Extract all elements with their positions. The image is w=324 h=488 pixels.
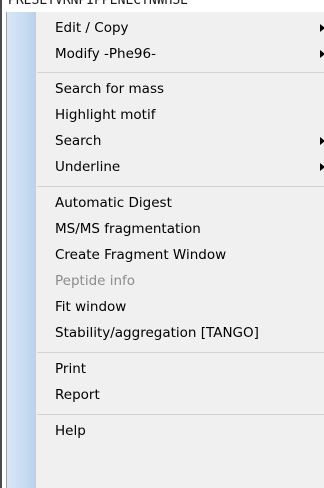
menu-item-msms-fragmentation[interactable]: MS/MS fragmentation bbox=[35, 216, 324, 242]
menu-item-search-for-mass[interactable]: Search for mass bbox=[35, 76, 324, 102]
context-menu: Edit / Copy Modify -Phe96- Search for ma… bbox=[6, 12, 324, 488]
menu-item-help[interactable]: Help bbox=[35, 418, 324, 444]
menu-item-report[interactable]: Report bbox=[35, 382, 324, 408]
menu-separator bbox=[37, 72, 324, 73]
submenu-arrow-icon bbox=[320, 163, 324, 171]
menu-item-label: Print bbox=[55, 361, 87, 377]
menu-item-label: Peptide info bbox=[55, 273, 136, 289]
menu-item-label: Fit window bbox=[55, 299, 127, 315]
menu-item-label: Search bbox=[55, 133, 102, 149]
menu-item-label: Help bbox=[55, 423, 86, 439]
menu-item-search[interactable]: Search bbox=[35, 128, 324, 154]
menu-item-label: MS/MS fragmentation bbox=[55, 221, 201, 237]
menu-item-underline[interactable]: Underline bbox=[35, 154, 324, 180]
menu-separator bbox=[37, 352, 324, 353]
menu-item-label: Underline bbox=[55, 159, 121, 175]
menu-item-edit-copy[interactable]: Edit / Copy bbox=[35, 15, 324, 41]
menu-item-label: Report bbox=[55, 387, 100, 403]
menu-item-label: Search for mass bbox=[55, 81, 165, 97]
menu-item-peptide-info: Peptide info bbox=[35, 268, 324, 294]
menu-item-fit-window[interactable]: Fit window bbox=[35, 294, 324, 320]
menu-item-modify[interactable]: Modify -Phe96- bbox=[35, 41, 324, 67]
menu-item-label: Stability/aggregation [TANGO] bbox=[55, 325, 259, 341]
window-edge bbox=[0, 0, 2, 488]
menu-item-label: Create Fragment Window bbox=[55, 247, 227, 263]
submenu-arrow-icon bbox=[320, 24, 324, 32]
menu-item-automatic-digest[interactable]: Automatic Digest bbox=[35, 190, 324, 216]
submenu-arrow-icon bbox=[320, 137, 324, 145]
menu-item-highlight-motif[interactable]: Highlight motif bbox=[35, 102, 324, 128]
background-sequence-text: PRESLYVRNPIPPENLCTNWHSE bbox=[8, 0, 189, 8]
submenu-arrow-icon bbox=[320, 50, 324, 58]
menu-item-print[interactable]: Print bbox=[35, 356, 324, 382]
menu-icon-gutter bbox=[7, 12, 36, 488]
menu-item-create-fragment-window[interactable]: Create Fragment Window bbox=[35, 242, 324, 268]
menu-separator bbox=[37, 186, 324, 187]
menu-item-label: Edit / Copy bbox=[55, 20, 129, 36]
menu-item-label: Automatic Digest bbox=[55, 195, 172, 211]
menu-separator bbox=[37, 414, 324, 415]
menu-item-label: Highlight motif bbox=[55, 107, 156, 123]
background-sequence-window: PRESLYVRNPIPPENLCTNWHSE bbox=[0, 0, 324, 12]
menu-item-label: Modify -Phe96- bbox=[55, 46, 156, 62]
menu-item-stability-aggregation[interactable]: Stability/aggregation [TANGO] bbox=[35, 320, 324, 346]
